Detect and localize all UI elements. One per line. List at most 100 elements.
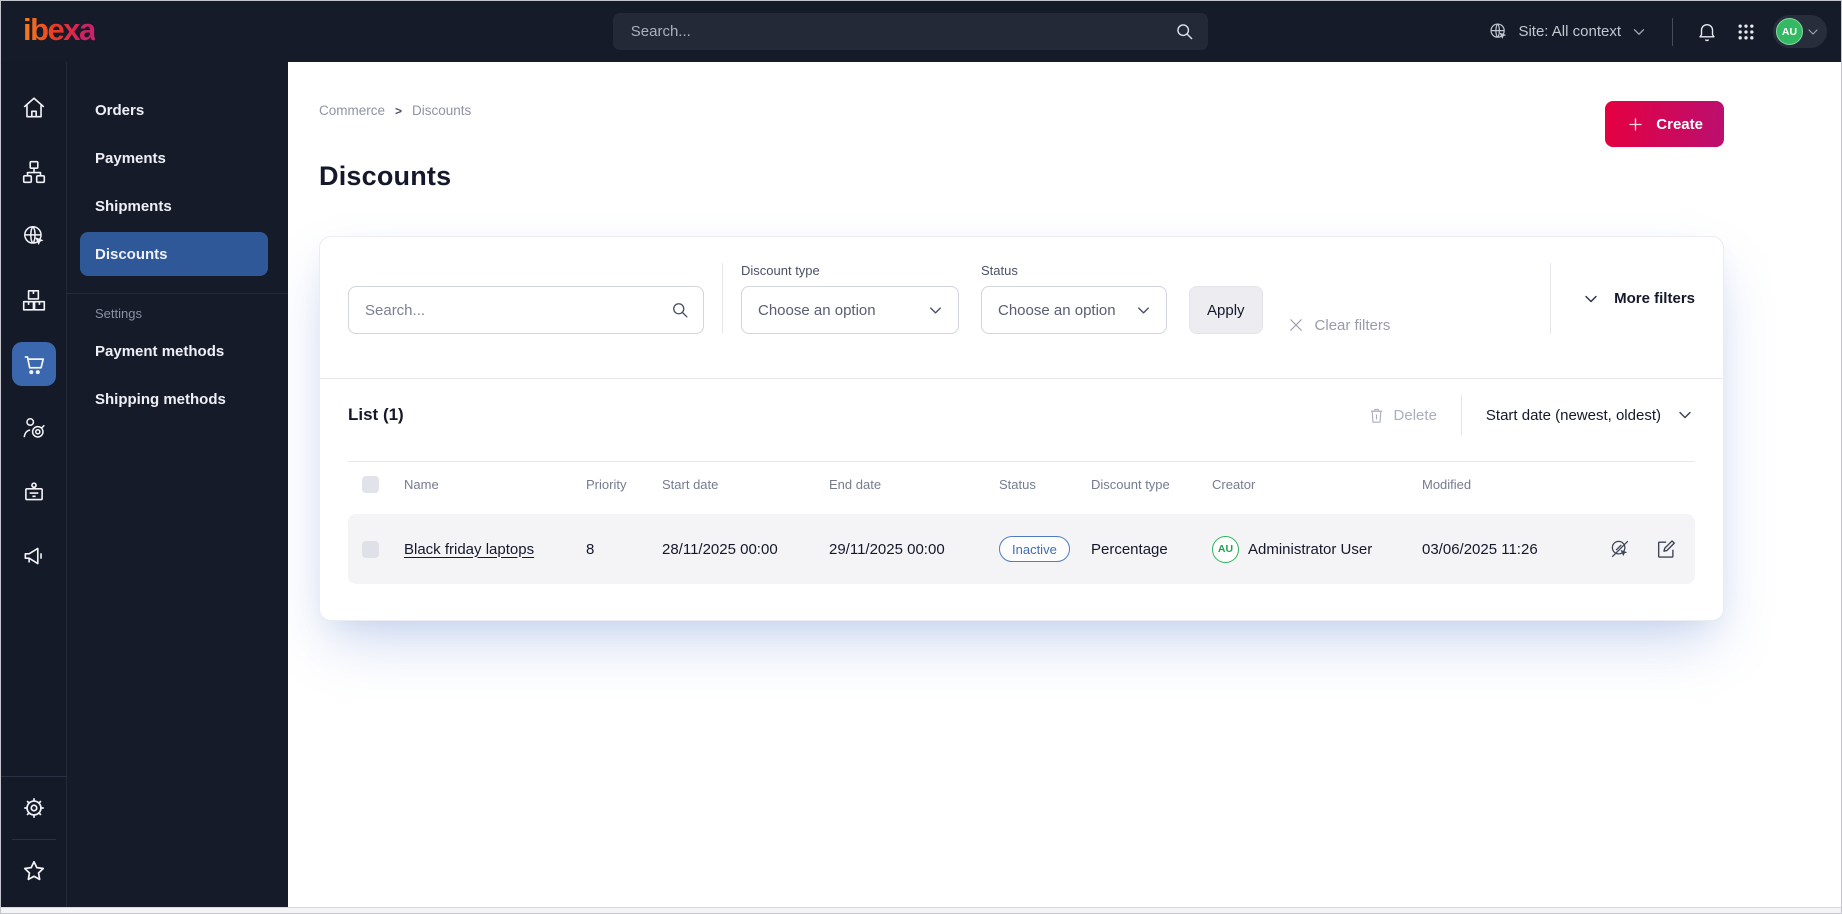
site-context-selector[interactable]: Site: All context bbox=[1480, 15, 1656, 48]
edit-icon bbox=[1655, 538, 1677, 560]
sidebar-item-shipments[interactable]: Shipments bbox=[80, 184, 268, 228]
filter-search[interactable] bbox=[348, 286, 704, 334]
id-badge-icon bbox=[21, 479, 47, 505]
list-actions: Delete Start date (newest, oldest) bbox=[1368, 395, 1695, 435]
creator-name: Administrator User bbox=[1248, 540, 1373, 558]
discount-type-select[interactable]: Choose an option bbox=[741, 286, 959, 334]
ibexa-logo[interactable]: ibexa bbox=[23, 14, 96, 49]
row-checkbox[interactable] bbox=[362, 540, 379, 558]
rail-item-marketing[interactable] bbox=[12, 534, 56, 578]
user-menu-button[interactable]: AU bbox=[1773, 15, 1827, 48]
rail-bottom bbox=[11, 782, 56, 907]
divider bbox=[67, 293, 288, 294]
globe-cursor-icon bbox=[1488, 21, 1509, 42]
sidebar-item-shipping-methods[interactable]: Shipping methods bbox=[80, 377, 268, 421]
sidebar-item-payments[interactable]: Payments bbox=[80, 136, 268, 180]
rail-item-content[interactable] bbox=[12, 150, 56, 194]
commerce-menu: Orders Payments Shipments Discounts Sett… bbox=[67, 62, 288, 907]
breadcrumb: Commerce > Discounts bbox=[319, 103, 471, 118]
chevron-down-icon bbox=[1134, 301, 1153, 320]
filter-search-input[interactable] bbox=[348, 286, 704, 334]
clear-filters-button[interactable]: Clear filters bbox=[1287, 316, 1391, 334]
sidebar-item-discounts[interactable]: Discounts bbox=[80, 232, 268, 276]
status-badge: Inactive bbox=[999, 536, 1070, 562]
x-icon bbox=[1287, 316, 1305, 334]
discount-name-link[interactable]: Black friday laptops bbox=[404, 541, 586, 558]
column-status: Status bbox=[999, 477, 1036, 492]
sidebar-item-orders[interactable]: Orders bbox=[80, 88, 268, 132]
row-modified: 03/06/2025 11:26 bbox=[1422, 540, 1538, 558]
column-name: Name bbox=[404, 477, 439, 492]
chevron-down-icon bbox=[1805, 24, 1821, 40]
page-header: Commerce > Discounts Create bbox=[319, 92, 1724, 147]
search-icon bbox=[1174, 21, 1195, 42]
rail-item-commerce[interactable] bbox=[11, 342, 56, 386]
global-search-input[interactable] bbox=[612, 13, 1208, 50]
global-search[interactable] bbox=[612, 13, 1208, 50]
clear-filters-label: Clear filters bbox=[1314, 316, 1391, 334]
page-title: Discounts bbox=[319, 161, 452, 191]
rail-item-dashboard[interactable] bbox=[12, 86, 56, 130]
breadcrumb-commerce[interactable]: Commerce bbox=[319, 103, 385, 118]
row-creator: AU Administrator User bbox=[1212, 535, 1422, 563]
shopping-cart-icon bbox=[21, 351, 47, 377]
rail-item-site[interactable] bbox=[12, 214, 56, 258]
delete-button[interactable]: Delete bbox=[1368, 407, 1437, 424]
list-section: List (1) Delete Start date (newest, olde… bbox=[320, 379, 1723, 620]
rail-item-customers[interactable] bbox=[12, 406, 56, 450]
column-end-date: End date bbox=[829, 477, 882, 492]
notifications-button[interactable] bbox=[1689, 14, 1725, 50]
deactivate-discount-icon bbox=[1609, 538, 1631, 560]
divider bbox=[11, 839, 56, 840]
trash-icon bbox=[1368, 407, 1385, 424]
rail-item-admin[interactable] bbox=[12, 470, 56, 514]
filter-bar: Discount type Choose an option Status Ch… bbox=[320, 237, 1723, 379]
app-grid-icon bbox=[1736, 22, 1756, 42]
delete-button-label: Delete bbox=[1393, 406, 1437, 424]
breadcrumb-separator: > bbox=[395, 103, 403, 118]
user-avatar: AU bbox=[1776, 18, 1803, 45]
row-start-date: 28/11/2025 00:00 bbox=[662, 540, 778, 558]
create-button[interactable]: Create bbox=[1605, 101, 1724, 147]
star-icon bbox=[21, 858, 47, 884]
search-icon bbox=[670, 300, 690, 320]
rail-item-settings[interactable] bbox=[12, 786, 56, 830]
home-icon bbox=[21, 95, 47, 121]
topbar: ibexa Site: All context bbox=[1, 1, 1841, 62]
row-actions bbox=[1607, 536, 1695, 562]
status-value: Choose an option bbox=[998, 301, 1116, 319]
divider bbox=[1, 776, 67, 777]
rail-item-products[interactable] bbox=[12, 278, 56, 322]
window-bottom-strip bbox=[1, 907, 1841, 913]
table-row: Black friday laptops 8 28/11/2025 00:00 … bbox=[348, 514, 1695, 584]
more-filters-label: More filters bbox=[1614, 290, 1695, 307]
column-creator: Creator bbox=[1212, 477, 1256, 492]
discount-type-filter: Discount type Choose an option bbox=[741, 263, 959, 334]
status-select[interactable]: Choose an option bbox=[981, 286, 1167, 334]
sidebar-item-payment-methods[interactable]: Payment methods bbox=[80, 329, 268, 373]
select-all-checkbox[interactable] bbox=[362, 476, 379, 493]
more-filters-button[interactable]: More filters bbox=[1550, 263, 1695, 334]
app-switcher-button[interactable] bbox=[1729, 15, 1763, 49]
sort-dropdown[interactable]: Start date (newest, oldest) bbox=[1486, 405, 1695, 425]
edit-discount-button[interactable] bbox=[1653, 536, 1679, 562]
globe-cursor-icon bbox=[21, 223, 47, 249]
rail-item-favorites[interactable] bbox=[12, 849, 56, 893]
deactivate-discount-button[interactable] bbox=[1607, 536, 1633, 562]
site-context-label: Site: All context bbox=[1518, 23, 1621, 40]
stacked-boxes-icon bbox=[21, 287, 47, 313]
discount-type-value: Choose an option bbox=[758, 301, 876, 319]
chevron-down-icon bbox=[1675, 405, 1695, 425]
plus-icon bbox=[1626, 115, 1645, 134]
column-priority: Priority bbox=[586, 477, 627, 492]
main-content: Commerce > Discounts Create Discounts Se… bbox=[288, 62, 1841, 907]
customer-target-icon bbox=[21, 415, 47, 441]
create-button-label: Create bbox=[1656, 115, 1703, 133]
chevron-down-icon bbox=[1630, 23, 1648, 41]
row-discount-type: Percentage bbox=[1091, 540, 1168, 558]
status-filter: Status Choose an option bbox=[981, 263, 1167, 334]
row-priority: 8 bbox=[586, 540, 595, 558]
sitemap-icon bbox=[21, 159, 47, 185]
settings-heading: Settings bbox=[95, 306, 142, 321]
apply-button[interactable]: Apply bbox=[1189, 286, 1263, 334]
